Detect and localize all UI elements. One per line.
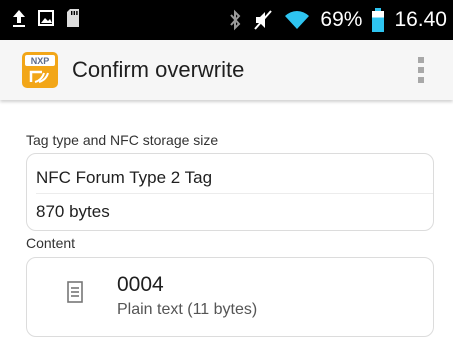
tag-info-card: NFC Forum Type 2 Tag 870 bytes xyxy=(26,153,434,231)
clock: 16.40 xyxy=(394,8,447,31)
nxp-tagwriter-logo: NXP xyxy=(22,52,58,88)
sd-card-icon xyxy=(67,9,79,27)
page-title: Confirm overwrite xyxy=(72,57,245,82)
document-icon xyxy=(67,281,83,303)
bluetooth-icon xyxy=(230,9,241,31)
battery-icon xyxy=(372,8,385,32)
overflow-dot xyxy=(418,77,424,83)
mute-icon xyxy=(254,10,273,30)
record-title: 0004 xyxy=(117,273,164,296)
battery-percent: 69% xyxy=(320,8,363,31)
status-right-icons: 69% 16.40 xyxy=(228,6,447,34)
status-bar: 69% 16.40 xyxy=(0,0,453,40)
overflow-dot xyxy=(418,67,424,73)
content-section-label: Content xyxy=(26,235,76,251)
card-divider xyxy=(36,193,433,194)
content-record-card[interactable]: 0004 Plain text (11 bytes) xyxy=(26,257,434,337)
storage-size-value: 870 bytes xyxy=(36,202,110,221)
app-bar: NXP Confirm overwrite xyxy=(0,40,453,100)
record-subtitle: Plain text (11 bytes) xyxy=(117,301,258,318)
overflow-menu-button[interactable] xyxy=(409,52,433,88)
image-icon xyxy=(38,10,54,26)
logo-text: NXP xyxy=(31,56,50,66)
wifi-icon xyxy=(285,11,310,29)
status-left-icons xyxy=(12,8,80,28)
upload-icon xyxy=(13,10,25,27)
tag-section-label: Tag type and NFC storage size xyxy=(26,132,219,148)
overflow-dot xyxy=(418,57,424,63)
tag-type-value: NFC Forum Type 2 Tag xyxy=(36,168,213,187)
